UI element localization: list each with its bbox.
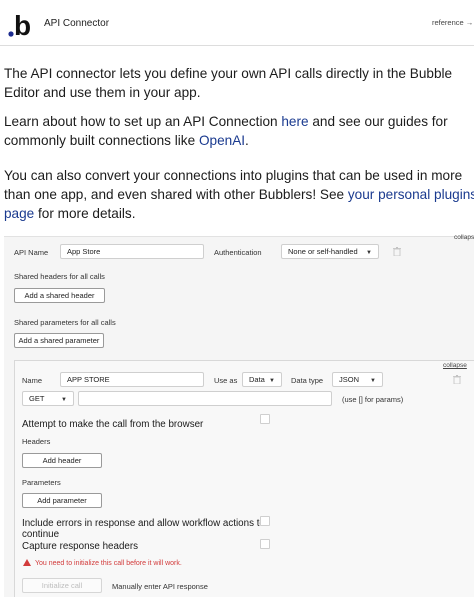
capture-headers-checkbox[interactable] bbox=[260, 539, 270, 549]
data-type-label: Data type bbox=[291, 376, 324, 385]
api-name-label: API Name bbox=[14, 248, 49, 257]
top-bar: b API Connector reference → bbox=[0, 0, 474, 46]
include-errors-checkbox[interactable] bbox=[260, 516, 270, 526]
initialize-call-button[interactable]: Initialize call bbox=[22, 578, 102, 593]
bubble-logo-icon[interactable]: b bbox=[7, 9, 33, 39]
initialize-warning: You need to initialize this call before … bbox=[23, 559, 182, 567]
page-title: API Connector bbox=[44, 18, 110, 29]
url-input[interactable] bbox=[78, 391, 332, 406]
use-as-select[interactable]: Data ▼ bbox=[242, 372, 282, 387]
collapse-api-link[interactable]: collapse bbox=[454, 234, 474, 241]
guide-link-openai[interactable]: OpenAI bbox=[199, 133, 245, 148]
data-type-select[interactable]: JSON ▼ bbox=[332, 372, 383, 387]
chevron-down-icon: ▼ bbox=[370, 378, 376, 384]
call-name-input[interactable]: APP STORE bbox=[60, 372, 204, 387]
guide-link-here[interactable]: here bbox=[281, 114, 308, 129]
use-as-label: Use as bbox=[214, 376, 238, 385]
warning-icon bbox=[23, 559, 31, 566]
authentication-select[interactable]: None or self-handled ▼ bbox=[281, 244, 379, 259]
browser-call-label: Attempt to make the call from the browse… bbox=[22, 419, 204, 430]
add-header-button[interactable]: Add header bbox=[22, 453, 102, 468]
authentication-label: Authentication bbox=[214, 248, 262, 257]
trash-icon[interactable] bbox=[393, 247, 401, 256]
add-parameter-button[interactable]: Add parameter bbox=[22, 493, 102, 508]
headers-label: Headers bbox=[22, 437, 51, 446]
include-errors-label: Include errors in response and allow wor… bbox=[22, 518, 265, 540]
chevron-down-icon: ▼ bbox=[366, 250, 372, 256]
http-method-select[interactable]: GET ▼ bbox=[22, 391, 74, 406]
add-shared-parameter-button[interactable]: Add a shared parameter bbox=[14, 333, 104, 348]
capture-headers-label: Capture response headers bbox=[22, 541, 139, 552]
call-name-label: Name bbox=[22, 376, 43, 385]
shared-headers-label: Shared headers for all calls bbox=[14, 272, 105, 281]
shared-params-label: Shared parameters for all calls bbox=[14, 318, 116, 327]
chevron-down-icon: ▼ bbox=[269, 378, 275, 384]
collapse-call-link[interactable]: collapse bbox=[443, 362, 467, 369]
intro-paragraph-1: The API connector lets you define your o… bbox=[4, 66, 453, 100]
intro-paragraph-2: Learn about how to set up an API Connect… bbox=[4, 114, 448, 148]
browser-call-checkbox[interactable] bbox=[260, 414, 270, 424]
add-shared-header-button[interactable]: Add a shared header bbox=[14, 288, 105, 303]
svg-text:b: b bbox=[14, 10, 31, 39]
reference-link[interactable]: reference → bbox=[432, 18, 473, 27]
parameters-label: Parameters bbox=[22, 478, 61, 487]
trash-icon[interactable] bbox=[453, 375, 461, 384]
url-hint: (use [] for params) bbox=[342, 395, 404, 404]
chevron-down-icon: ▼ bbox=[61, 397, 67, 403]
api-name-input[interactable]: App Store bbox=[60, 244, 204, 259]
manual-response-link[interactable]: Manually enter API response bbox=[112, 582, 208, 591]
intro-paragraph-3: You can also convert your connections in… bbox=[4, 166, 474, 223]
